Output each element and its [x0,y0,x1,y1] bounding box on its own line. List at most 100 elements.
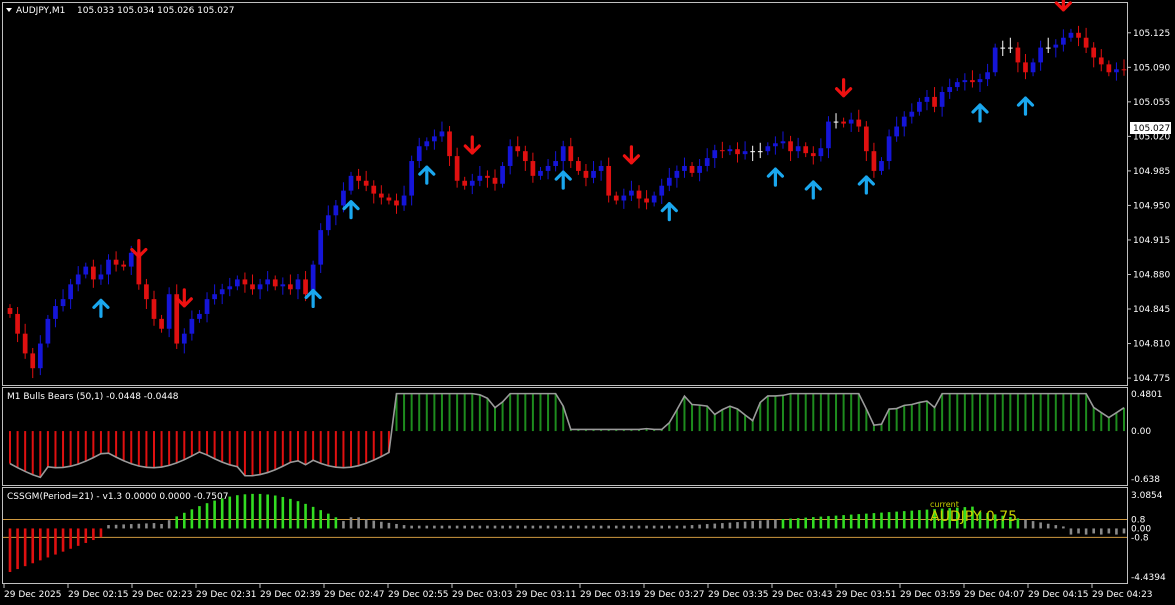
candle-body [712,150,718,159]
candle-body [1000,47,1006,49]
candle-body [788,141,793,152]
candle-body [181,333,187,344]
buy-arrow-icon [554,170,572,190]
candle-body [901,116,907,127]
candle-body [53,306,58,319]
candle-body [644,198,649,203]
sell-arrow-icon [175,288,193,308]
chart-canvas[interactable]: 105.125105.090105.055105.020104.985104.9… [0,0,1175,605]
candle-body [288,284,293,290]
candle-body [113,259,119,265]
time-tick-label: 29 Dec 04:23 [1092,590,1153,600]
time-tick-label: 29 Dec 03:11 [516,590,577,600]
time-tick-label: 29 Dec 02:31 [196,590,257,600]
indicator1-pane-frame [2,387,1128,486]
candle-body [1083,37,1089,48]
candle-body [871,151,877,171]
price-tick-label: 104.950 [1133,201,1170,211]
candle-body [1053,44,1059,48]
candle-body [689,165,695,173]
current-price-label: 105.027 [1133,124,1170,134]
candle-body [863,126,869,152]
candle-body [98,274,104,280]
candle-body [894,126,900,137]
candle-body [7,308,13,314]
candle-body [856,119,862,127]
candle-body [606,165,612,196]
candle-body [303,279,308,295]
candle-body [560,146,566,162]
time-tick-label: 29 Dec 02:15 [68,590,129,600]
candle-body [318,230,324,265]
candle-body [356,175,361,181]
candle-body [636,190,642,199]
time-tick-label: 29 Dec 02:55 [388,590,449,600]
cssgm-overlay-big: AUDJPY 0.75 [930,509,1017,525]
candle-body [325,215,331,231]
candle-body [386,197,392,201]
sell-arrow-icon [1054,0,1072,12]
candle-body [106,259,111,275]
candle-body [68,284,73,300]
candles-layer [7,25,1127,379]
candle-body [810,153,816,157]
candle-body [250,284,255,290]
candle-body [1015,47,1021,63]
candle-body [909,111,915,117]
candle-body [697,165,702,173]
time-tick-label: 29 Dec 03:19 [580,590,641,600]
candle-body [924,96,930,102]
candle-body [704,158,710,166]
candle-body [757,151,763,153]
candle-body [659,185,665,196]
candle-body [1091,47,1097,58]
candle-body [970,80,975,83]
candle-body [947,87,953,92]
candle-body [1098,57,1104,65]
candle-body [507,146,513,166]
candle-body [272,279,278,287]
time-tick-label: 29 Dec 02:39 [260,590,321,600]
candle-body [1038,47,1043,63]
candle-body [363,180,369,186]
buy-arrow-icon [660,202,678,222]
time-tick-label: 29 Dec 2025 [4,590,62,600]
candle-body [962,80,968,83]
candle-body [1030,62,1036,73]
candle-body [189,318,195,334]
candle-body [477,175,483,181]
candle-body [45,318,51,344]
candle-body [204,299,210,314]
candle-body [242,279,248,285]
candle-body [833,121,839,123]
candle-body [530,161,536,176]
candle-body [295,279,301,290]
candle-body [917,101,922,112]
price-tick-label: 105.055 [1133,98,1170,108]
candle-body [1106,64,1112,73]
candle-body [22,333,28,354]
candle-body [576,161,581,171]
candle-body [666,177,672,186]
candle-body [538,170,543,176]
price-tick-label: 105.090 [1133,63,1170,73]
candle-body [265,279,271,285]
candle-body [60,299,66,307]
price-tick-label: 104.915 [1133,236,1170,246]
candle-body [401,195,407,206]
candle-body [1023,62,1028,73]
candle-body [750,151,756,153]
buy-arrow-icon [92,298,110,318]
indicator2-title: CSSGM(Period=21) - v1.3 0.0000 0.0000 -0… [7,492,228,502]
time-tick-label: 29 Dec 03:35 [708,590,769,600]
time-tick-label: 29 Dec 02:23 [132,590,193,600]
candle-body [83,266,89,275]
candle-body [348,175,354,191]
buy-arrow-icon [418,165,436,185]
dropdown-triangle-icon[interactable] [6,8,12,12]
candle-body [30,353,36,369]
candle-body [280,284,286,287]
price-tick-label: 104.845 [1133,305,1170,315]
time-tick-label: 29 Dec 02:47 [324,590,385,600]
signal-arrows-layer [92,0,1072,318]
